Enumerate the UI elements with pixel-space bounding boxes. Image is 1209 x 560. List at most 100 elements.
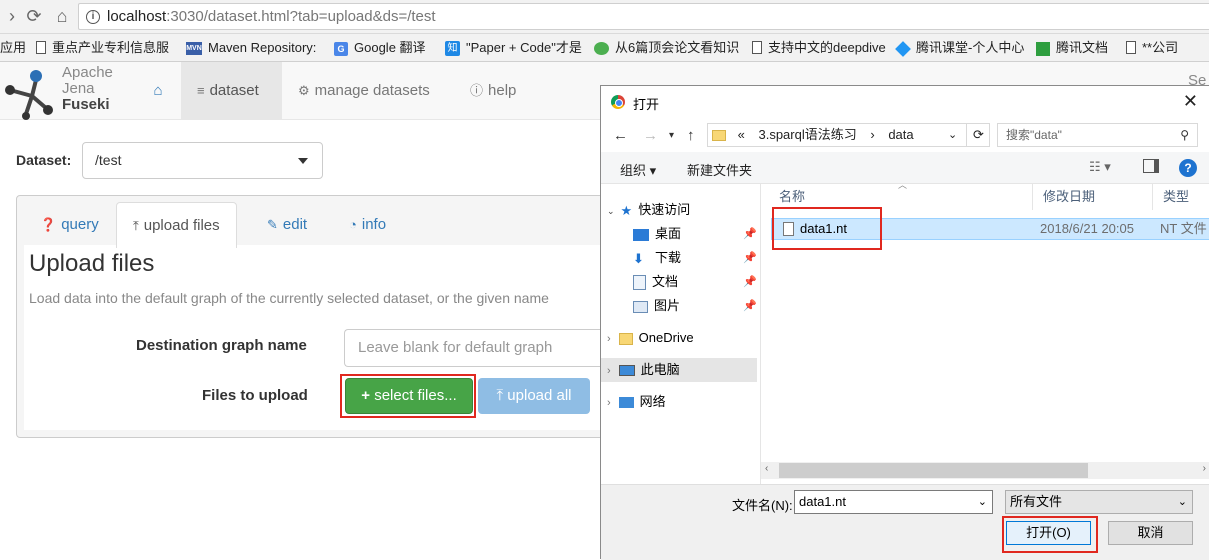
select-files-button[interactable]: + select files... <box>345 378 473 414</box>
dialog-titlebar: 打开 ✕ <box>601 86 1209 118</box>
tree-label: 文档 <box>652 274 679 289</box>
search-placeholder: 搜索"data" <box>1006 128 1062 142</box>
bookmark-item[interactable]: 重点产业专利信息服 <box>36 34 169 61</box>
nav-manage-datasets[interactable]: ⚙ manage datasets <box>298 62 430 120</box>
bookmark-item[interactable]: 腾讯课堂-个人中心 <box>895 34 1024 61</box>
scroll-left-icon[interactable]: ‹ <box>765 463 768 474</box>
recent-locations-icon[interactable]: ▾ <box>669 130 674 141</box>
pin-icon[interactable]: 📌 <box>743 270 757 294</box>
expand-arrow-icon[interactable]: › <box>607 333 611 345</box>
upload-all-button[interactable]: ⤒ upload all <box>478 378 590 414</box>
tree-item-documents[interactable]: 文档 📌 <box>633 270 757 294</box>
info-icon[interactable]: i <box>86 10 100 24</box>
dialog-navigation: ← → ▾ ↑ « 3.sparql语法练习 › data ⌄ ⟳ 搜索"dat… <box>601 118 1209 152</box>
open-file-dialog: 打开 ✕ ← → ▾ ↑ « 3.sparql语法练习 › data ⌄ ⟳ 搜… <box>600 85 1209 560</box>
pin-icon[interactable]: 📌 <box>743 246 757 270</box>
home-icon[interactable]: ⌂ <box>50 4 74 28</box>
forward-arrow-icon[interactable]: → <box>643 127 658 144</box>
path-bar[interactable]: « 3.sparql语法练习 › data ⌄ ⟳ <box>707 123 990 147</box>
preview-pane-icon[interactable] <box>1143 159 1159 173</box>
network-icon <box>618 397 634 409</box>
bookmark-item[interactable]: MVN Maven Repository: <box>186 34 316 61</box>
column-header-type[interactable]: 类型 <box>1153 184 1209 210</box>
expand-arrow-icon[interactable]: ⌄ <box>607 206 615 216</box>
address-bar[interactable]: i localhost:3030/dataset.html?tab=upload… <box>78 3 1209 30</box>
tree-item-network[interactable]: › 网络 <box>607 390 757 414</box>
tree-label: 网络 <box>639 394 666 409</box>
tree-item-quick-access[interactable]: ⌄ ★ 快速访问 <box>607 198 757 222</box>
pin-icon[interactable]: 📌 <box>743 294 757 318</box>
back-arrow-icon[interactable]: ← <box>613 127 628 144</box>
tab-label: upload files <box>143 217 220 234</box>
refresh-icon[interactable]: ⟳ <box>966 124 984 146</box>
expand-arrow-icon[interactable]: › <box>607 397 611 409</box>
bookmark-item[interactable]: G Google 翻译 <box>334 34 426 61</box>
reload-icon[interactable]: ⟳ <box>22 4 46 28</box>
expand-arrow-icon[interactable]: › <box>607 365 611 377</box>
path-overflow[interactable]: « <box>738 127 745 142</box>
page-icon <box>752 41 762 55</box>
tab-info[interactable]: ◔ info <box>333 202 402 248</box>
tree-item-this-pc[interactable]: › 此电脑 <box>601 358 757 382</box>
nav-home[interactable]: ⌂ <box>140 62 176 120</box>
highlight-box <box>1002 516 1098 553</box>
bookmark-item[interactable]: 知 "Paper + Code"才是 <box>445 34 582 61</box>
folder-icon <box>712 130 726 142</box>
home-icon: ⌂ <box>153 82 163 99</box>
folder-icon <box>618 332 633 345</box>
tree-item-desktop[interactable]: 桌面 📌 <box>633 222 757 246</box>
wechat-icon <box>594 42 609 56</box>
bookmark-item[interactable]: 支持中文的deepdive <box>752 34 886 61</box>
tab-label: query <box>61 216 99 233</box>
bookmark-apps[interactable]: 应用 <box>0 34 26 61</box>
up-arrow-icon[interactable]: ↑ <box>687 127 695 144</box>
highlight-box <box>772 207 882 250</box>
scroll-right-icon[interactable]: › <box>1203 463 1206 474</box>
cancel-button[interactable]: 取消 <box>1108 521 1193 545</box>
bookmark-item[interactable]: 从6篇顶会论文看知识 <box>594 34 740 61</box>
dataset-select-value: /test <box>95 152 122 168</box>
nav-dataset[interactable]: ≡ dataset <box>181 62 282 120</box>
chevron-down-icon[interactable]: ⌄ <box>978 491 987 513</box>
path-segment[interactable]: 3.sparql语法练习 <box>758 127 856 142</box>
upload-description: Load data into the default graph of the … <box>29 290 549 306</box>
path-segment[interactable]: data <box>888 127 913 142</box>
tree-item-pictures[interactable]: 图片 📌 <box>633 294 757 318</box>
tab-upload-files[interactable]: ⤒ upload files <box>116 202 237 248</box>
filename-value: data1.nt <box>799 494 846 509</box>
nav-help[interactable]: ⓘ help <box>470 62 516 120</box>
filename-input[interactable]: data1.nt ⌄ <box>794 490 993 514</box>
chevron-down-icon[interactable]: ⌄ <box>948 124 957 146</box>
organize-button[interactable]: 组织 ▾ <box>620 160 656 179</box>
bookmark-item[interactable]: 腾讯文档 <box>1036 34 1108 61</box>
page-icon <box>1126 41 1136 55</box>
destination-graph-input[interactable]: Leave blank for default graph <box>344 329 604 367</box>
tree-item-downloads[interactable]: ⬇ 下载 📌 <box>633 246 757 270</box>
help-icon[interactable]: ? <box>1179 159 1197 177</box>
tab-edit[interactable]: ✎ edit <box>251 202 323 248</box>
view-options-icon[interactable]: ☷ ▾ <box>1089 159 1111 175</box>
column-header-date[interactable]: 修改日期 <box>1033 184 1153 210</box>
zhihu-icon: 知 <box>445 41 460 57</box>
plus-icon: + <box>361 387 375 404</box>
filetype-select[interactable]: 所有文件 ⌄ <box>1005 490 1193 514</box>
fuseki-logo-text[interactable]: Apache Jena Fuseki <box>62 65 113 113</box>
bookmark-item[interactable]: **公司 <box>1126 34 1178 61</box>
bookmark-label: 从6篇顶会论文看知识 <box>615 40 740 55</box>
fuseki-logo-icon <box>5 70 53 120</box>
horizontal-scrollbar[interactable]: ‹ › <box>761 462 1209 479</box>
pin-icon[interactable]: 📌 <box>743 222 757 246</box>
pictures-icon <box>633 300 648 313</box>
forward-icon[interactable]: › <box>0 4 24 28</box>
scrollbar-thumb[interactable] <box>779 463 1088 478</box>
computer-icon <box>618 365 635 377</box>
tab-query[interactable]: ❓ query <box>24 202 115 248</box>
documents-icon <box>633 275 646 291</box>
close-icon[interactable]: ✕ <box>1183 91 1198 112</box>
caret-down-icon <box>298 158 308 164</box>
nav-label: help <box>488 82 517 99</box>
tree-item-onedrive[interactable]: › OneDrive <box>607 326 757 350</box>
search-input[interactable]: 搜索"data" ⚲ <box>997 123 1198 147</box>
dataset-select[interactable]: /test <box>82 142 323 179</box>
new-folder-button[interactable]: 新建文件夹 <box>687 160 752 179</box>
